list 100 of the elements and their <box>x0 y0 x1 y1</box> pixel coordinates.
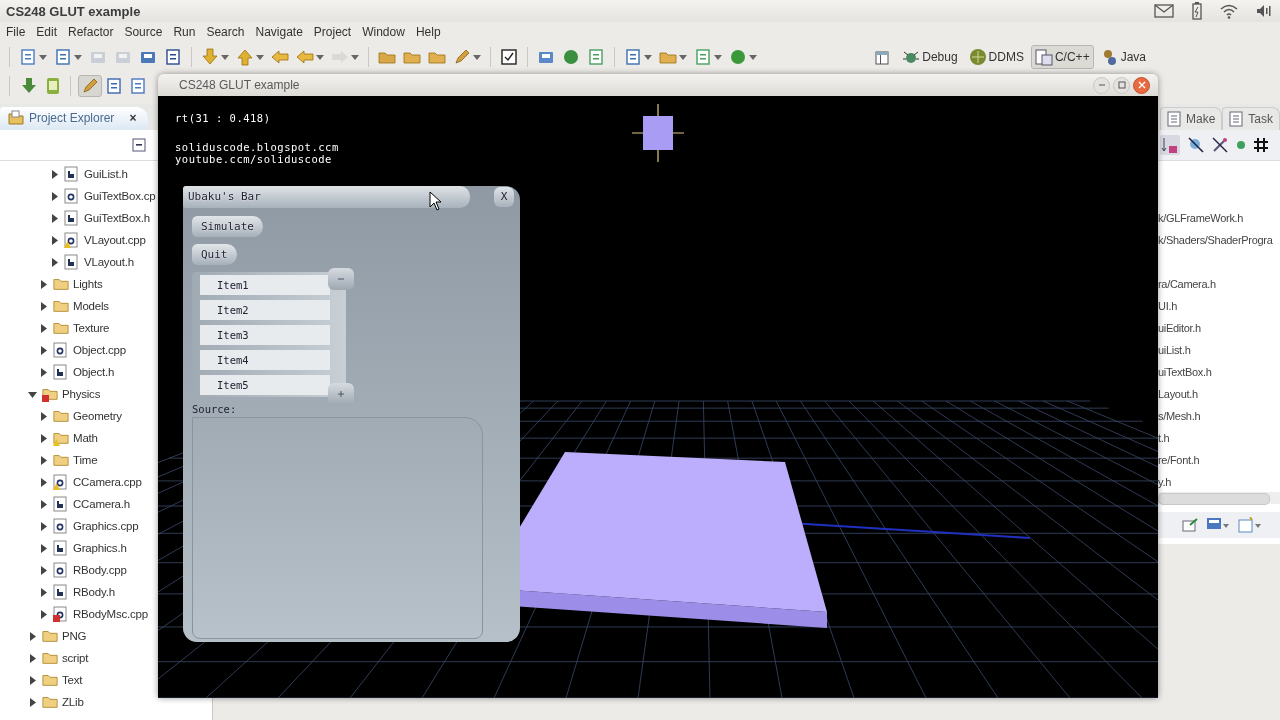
dropdown-caret-icon[interactable] <box>256 54 264 60</box>
dropdown-caret-icon[interactable] <box>473 54 481 60</box>
tree-item[interactable]: Object.cpp <box>73 344 126 356</box>
pen-icon[interactable] <box>453 48 471 66</box>
close-icon[interactable] <box>1137 81 1146 89</box>
tree-item[interactable]: GuiList.h <box>84 168 128 180</box>
horizontal-scrollbar[interactable] <box>1158 492 1280 504</box>
expander-icon[interactable] <box>28 653 37 663</box>
gui-button[interactable]: Quit <box>192 244 237 265</box>
panel-title-bar[interactable]: Ubaku's Bar <box>183 186 470 208</box>
tree-item[interactable]: Object.h <box>73 366 115 378</box>
list-item[interactable]: Item2 <box>200 300 330 320</box>
dropdown-caret-icon[interactable] <box>221 54 229 60</box>
speaker-icon[interactable] <box>1256 4 1272 18</box>
down-arrow-icon[interactable] <box>201 48 219 66</box>
perspective-button[interactable]: Debug <box>898 45 962 69</box>
outline-item[interactable]: uiTextBox.h <box>1158 361 1280 383</box>
hash-icon[interactable] <box>1254 138 1268 152</box>
plus-icon[interactable] <box>338 391 344 397</box>
expander-icon[interactable] <box>39 411 48 421</box>
expander-icon[interactable] <box>39 433 48 443</box>
dropdown-caret-icon[interactable] <box>644 54 652 60</box>
expander-icon[interactable] <box>39 455 48 465</box>
dropdown-caret-icon[interactable] <box>39 54 47 60</box>
dropdown-caret-icon[interactable] <box>74 54 82 60</box>
list-item[interactable]: Item3 <box>200 325 330 345</box>
document-icon[interactable] <box>54 48 72 66</box>
expander-icon[interactable] <box>28 675 37 685</box>
expander-icon[interactable] <box>28 631 37 641</box>
tree-item[interactable]: Text <box>62 674 83 686</box>
list-item[interactable]: Item4 <box>200 350 330 370</box>
tree-item[interactable]: VLayout.cpp <box>84 234 146 246</box>
wifi-icon[interactable] <box>1220 3 1238 19</box>
outline-item[interactable]: s/Mesh.h <box>1158 405 1280 427</box>
perspective-icon[interactable] <box>1034 48 1053 66</box>
project-explorer-tab[interactable]: Project Explorer × <box>0 107 149 130</box>
tree-item[interactable]: Texture <box>73 322 110 334</box>
outline-item[interactable]: ra/Camera.h <box>1158 273 1280 295</box>
left-arrow-icon[interactable] <box>296 48 314 66</box>
expander-icon[interactable] <box>39 565 48 575</box>
mail-icon[interactable] <box>1154 4 1174 18</box>
dropdown-caret-icon[interactable] <box>749 54 757 60</box>
menu-item[interactable]: File <box>6 25 26 39</box>
tree-item[interactable]: ZLib <box>62 696 84 708</box>
gui-button[interactable]: Simulate <box>192 216 263 237</box>
tree-item[interactable]: Lights <box>73 278 103 290</box>
close-button[interactable]: × <box>129 111 137 125</box>
maximize-icon[interactable] <box>1117 81 1126 89</box>
list-item[interactable]: Item1 <box>200 275 330 295</box>
expander-icon[interactable] <box>50 213 59 223</box>
expander-icon[interactable] <box>50 191 59 201</box>
tree-item[interactable]: Models <box>73 300 109 312</box>
expander-icon[interactable] <box>39 543 48 553</box>
menu-item[interactable]: Edit <box>36 25 58 39</box>
maximize-button[interactable] <box>1113 76 1130 94</box>
tree-item[interactable]: Graphics.cpp <box>73 520 139 532</box>
outline-item[interactable]: k/Shaders/ShaderProgra <box>1158 229 1280 251</box>
expander-icon[interactable] <box>28 697 37 707</box>
menu-item[interactable]: Window <box>362 25 405 39</box>
battery-icon[interactable] <box>1192 2 1202 20</box>
tree-item[interactable]: VLayout.h <box>84 256 134 268</box>
menu-item[interactable]: Source <box>124 25 163 39</box>
source-field[interactable] <box>192 417 483 639</box>
new-view-icon[interactable] <box>1238 517 1262 533</box>
perspective-button[interactable]: Java <box>1096 45 1150 69</box>
dot-icon[interactable] <box>1236 140 1246 150</box>
outline-item[interactable]: t.h <box>1158 427 1280 449</box>
expander-icon[interactable] <box>39 587 48 597</box>
dropdown-caret-icon[interactable] <box>316 54 324 60</box>
expander-icon[interactable] <box>39 301 48 311</box>
tree-item[interactable]: GuiTextBox.h <box>84 212 150 224</box>
collapse-all-icon[interactable] <box>132 138 146 152</box>
menu-item[interactable]: Run <box>173 25 196 39</box>
tree-item[interactable]: RBody.cpp <box>73 564 127 576</box>
menu-item[interactable]: Help <box>415 25 441 39</box>
tree-item[interactable]: RBody.h <box>73 586 115 598</box>
tree-item[interactable]: Time <box>73 454 98 466</box>
outline-item[interactable]: UI.h <box>1158 295 1280 317</box>
expander-icon[interactable] <box>50 257 59 267</box>
circle-icon[interactable] <box>729 48 747 66</box>
perspective-icon[interactable] <box>968 48 987 66</box>
expander-icon[interactable] <box>39 279 48 289</box>
outline-item[interactable]: re/Font.h <box>1158 449 1280 471</box>
perspective-button[interactable]: DDMS <box>964 45 1028 69</box>
outline-item[interactable]: y.h <box>1158 471 1280 493</box>
close-button[interactable]: X <box>494 187 514 207</box>
document-icon[interactable] <box>19 48 37 66</box>
up-arrow-icon[interactable] <box>236 48 254 66</box>
dropdown-caret-icon[interactable] <box>679 54 687 60</box>
tree-item[interactable]: CCamera.h <box>73 498 130 510</box>
minimize-button[interactable] <box>1093 76 1110 94</box>
expander-icon[interactable] <box>28 389 37 399</box>
outline-item[interactable]: Layout.h <box>1158 383 1280 405</box>
tree-item[interactable]: CCamera.cpp <box>73 476 142 488</box>
expander-icon[interactable] <box>50 169 59 179</box>
document-icon[interactable] <box>624 48 642 66</box>
expander-icon[interactable] <box>39 609 48 619</box>
menu-item[interactable]: Search <box>206 25 245 39</box>
tree-item[interactable]: PNG <box>62 630 87 642</box>
expander-icon[interactable] <box>50 235 59 245</box>
